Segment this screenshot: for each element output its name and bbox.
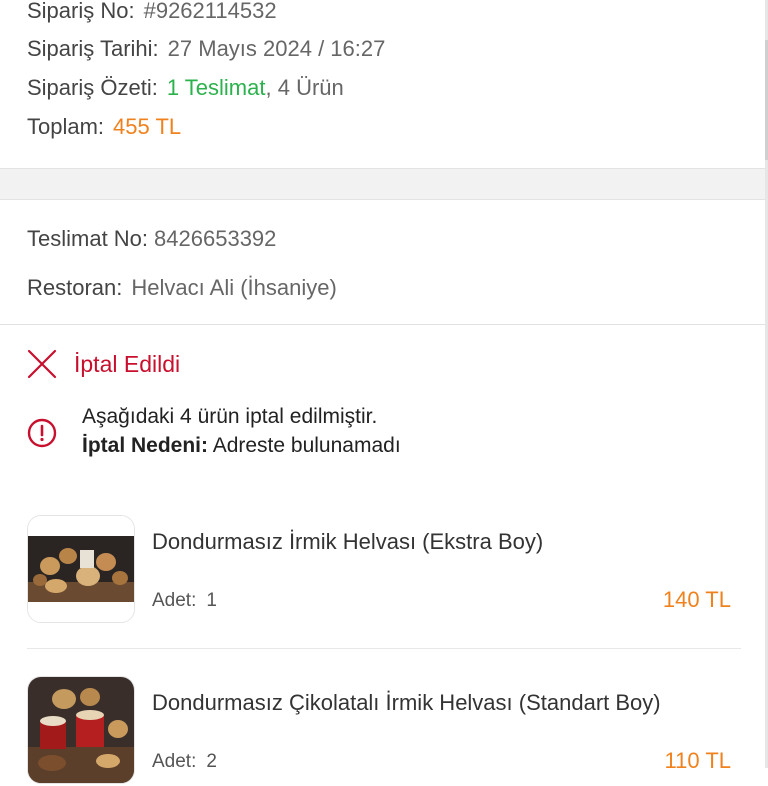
status-label: İptal Edildi — [74, 350, 181, 377]
info-circle-icon — [27, 418, 57, 448]
restaurant-label: Restoran: — [27, 275, 123, 300]
restaurant-row: Restoran: Helvacı Ali (İhsaniye) — [27, 275, 337, 301]
quantity-label: Adet: — [152, 590, 197, 611]
delivery-no-label: Teslimat No: — [27, 226, 149, 251]
item-quantity: Adet: 1 — [152, 590, 217, 612]
list-item[interactable]: Dondurmasız İrmik Helvası (Ekstra Boy) A… — [0, 515, 768, 625]
quantity-value: 2 — [206, 751, 217, 772]
order-date-row: Sipariş Tarihi: 27 Mayıs 2024 / 16:27 — [27, 36, 385, 62]
list-item[interactable]: Dondurmasız Çikolatalı İrmik Helvası (St… — [0, 676, 768, 786]
cancel-reason-value: Adreste bulunamadı — [212, 434, 401, 457]
quantity-value: 1 — [206, 590, 217, 611]
status-cancelled: İptal Edildi — [27, 348, 180, 380]
item-price: 140 TL — [662, 587, 731, 612]
order-summary-label: Sipariş Özeti: — [27, 75, 158, 100]
item-name: Dondurmasız Çikolatalı İrmik Helvası (St… — [152, 690, 661, 715]
restaurant-value: Helvacı Ali (İhsaniye) — [131, 275, 337, 300]
order-total-label: Toplam: — [27, 114, 105, 139]
cancel-reason: İptal Nedeni: Adreste bulunamadı — [82, 431, 401, 460]
item-quantity: Adet: 2 — [152, 751, 217, 773]
notice-line: Aşağıdaki 4 ürün iptal edilmiştir. — [82, 405, 378, 428]
order-no-label: Sipariş No: — [27, 0, 135, 23]
order-no-row: Sipariş No: #9262114532 — [27, 0, 277, 24]
notice-text: Aşağıdaki 4 ürün iptal edilmiştir. İptal… — [82, 402, 401, 460]
order-date-value: 27 Mayıs 2024 / 16:27 — [167, 36, 386, 61]
divider — [0, 324, 768, 325]
item-price: 110 TL — [664, 748, 731, 773]
delivery-no-row: Teslimat No: 8426653392 — [27, 226, 276, 252]
order-no-value: #9262114532 — [143, 0, 277, 23]
close-x-icon — [27, 349, 57, 379]
section-divider-band — [0, 168, 768, 200]
order-summary-items: 4 Ürün — [277, 75, 344, 100]
order-summary-delivery[interactable]: 1 Teslimat — [167, 75, 266, 100]
item-divider — [27, 648, 741, 649]
cancel-notice: Aşağıdaki 4 ürün iptal edilmiştir. İptal… — [27, 402, 401, 460]
delivery-no-value: 8426653392 — [154, 226, 277, 251]
order-summary-row: Sipariş Özeti: 1 Teslimat, 4 Ürün — [27, 75, 344, 101]
order-summary-separator: , — [265, 75, 272, 100]
product-image — [27, 515, 135, 623]
order-total-row: Toplam: 455 TL — [27, 114, 181, 140]
order-date-label: Sipariş Tarihi: — [27, 36, 159, 61]
quantity-label: Adet: — [152, 751, 197, 772]
cancel-reason-label: İptal Nedeni: — [82, 434, 209, 457]
order-total-value: 455 TL — [113, 114, 182, 139]
item-name: Dondurmasız İrmik Helvası (Ekstra Boy) — [152, 529, 544, 554]
